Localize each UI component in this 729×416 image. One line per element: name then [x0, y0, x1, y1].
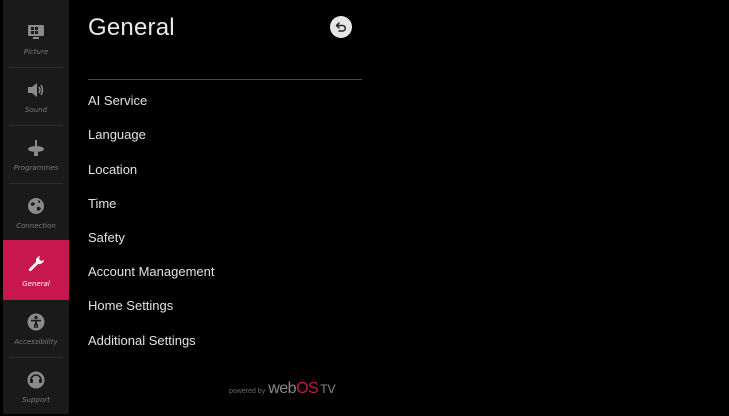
title-divider [88, 79, 362, 80]
support-icon [24, 368, 48, 392]
wrench-icon [24, 252, 48, 276]
menu-item-safety[interactable]: Safety [88, 223, 348, 251]
sidebar-item-support[interactable]: Support [3, 356, 69, 416]
picture-icon [24, 20, 48, 44]
menu-item-language[interactable]: Language [88, 120, 348, 148]
sidebar-item-label: General [22, 280, 50, 288]
sidebar-item-picture[interactable]: Picture [3, 8, 69, 68]
menu-item-time[interactable]: Time [88, 189, 348, 217]
antenna-icon [24, 136, 48, 160]
page-title: General [88, 14, 175, 41]
settings-sidebar: Picture Sound Programmes Connection Gene… [3, 0, 69, 414]
menu-item-account-management[interactable]: Account Management [88, 257, 348, 285]
back-button[interactable] [330, 16, 352, 38]
globe-icon [24, 194, 48, 218]
menu-item-ai-service[interactable]: AI Service [88, 86, 348, 114]
sidebar-item-sound[interactable]: Sound [3, 66, 69, 126]
menu-item-additional-settings[interactable]: Additional Settings [88, 326, 348, 354]
sidebar-item-label: Programmes [13, 164, 59, 172]
menu-item-home-settings[interactable]: Home Settings [88, 291, 348, 319]
sidebar-item-accessibility[interactable]: Accessibility [3, 298, 69, 358]
sidebar-item-label: Accessibility [14, 338, 58, 346]
sidebar-item-label: Connection [16, 222, 56, 230]
back-arrow-icon [335, 21, 347, 33]
sidebar-item-label: Support [22, 396, 50, 404]
general-settings-panel: General AI Service Language Location Tim… [69, 0, 375, 414]
sidebar-item-label: Sound [24, 106, 48, 114]
brand-web-text: web [268, 380, 297, 397]
powered-by-text: powered by [229, 388, 266, 395]
sidebar-item-general[interactable]: General [3, 240, 69, 300]
powered-by-webos-logo: powered by web OS TV [229, 380, 336, 398]
accessibility-icon [24, 310, 48, 334]
brand-os-text: OS [296, 380, 319, 397]
speaker-icon [24, 78, 48, 102]
sidebar-item-label: Picture [23, 48, 49, 56]
sidebar-item-programmes[interactable]: Programmes [3, 124, 69, 184]
brand-tv-text: TV [320, 382, 336, 396]
sidebar-item-connection[interactable]: Connection [3, 182, 69, 242]
menu-item-location[interactable]: Location [88, 155, 348, 183]
